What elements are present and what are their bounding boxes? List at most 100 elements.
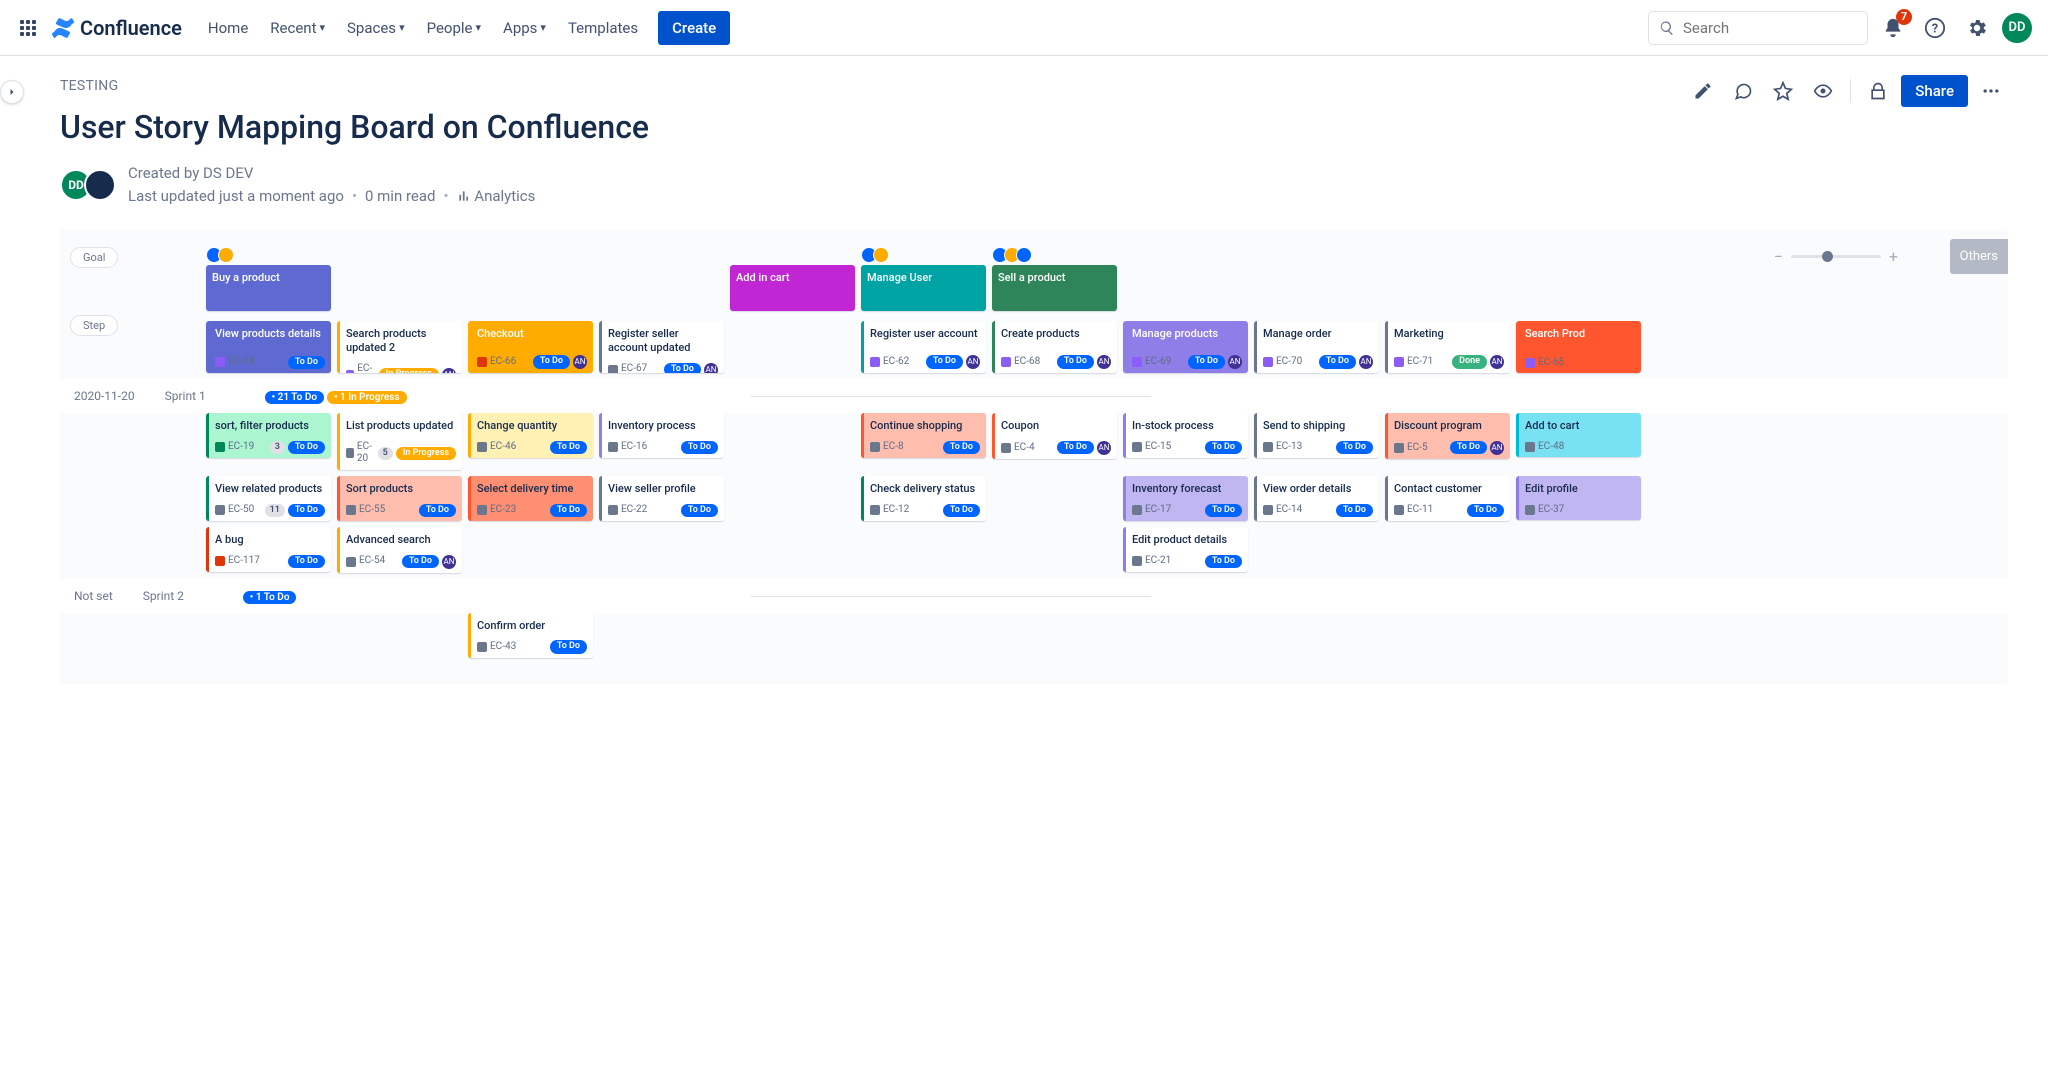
zoom-control[interactable]: − + bbox=[1774, 247, 1898, 266]
story-card[interactable]: Edit profileEC-37 bbox=[1516, 476, 1641, 520]
story-card[interactable]: Inventory processEC-16To Do bbox=[599, 413, 724, 458]
product-name: Confluence bbox=[80, 16, 182, 40]
zoom-slider[interactable] bbox=[1791, 255, 1881, 258]
zoom-out[interactable]: − bbox=[1774, 247, 1783, 266]
story-card[interactable]: Change quantityEC-46To Do bbox=[468, 413, 593, 458]
author-link[interactable]: DS DEV bbox=[203, 164, 253, 182]
step-card[interactable]: MarketingEC-71DoneAN bbox=[1385, 321, 1510, 373]
story-card[interactable]: Inventory forecastEC-17To Do bbox=[1123, 476, 1248, 521]
step-card[interactable]: Register user accountEC-62To DoAN bbox=[861, 321, 986, 373]
chevron-down-icon: ▾ bbox=[476, 21, 482, 34]
goal-card[interactable]: Buy a product bbox=[206, 265, 331, 311]
notifications-icon[interactable]: 7 bbox=[1876, 11, 1910, 45]
story-card[interactable]: Advanced searchEC-54To DoAN bbox=[337, 527, 462, 573]
nav-people[interactable]: People▾ bbox=[417, 11, 491, 45]
story-card[interactable]: Check delivery statusEC-12To Do bbox=[861, 476, 986, 521]
chart-icon bbox=[457, 189, 471, 203]
story-card[interactable]: Add to cartEC-48 bbox=[1516, 413, 1641, 457]
confluence-logo[interactable]: Confluence bbox=[44, 16, 190, 40]
status-pill: • 1 To Do bbox=[243, 591, 297, 604]
svg-text:?: ? bbox=[1932, 21, 1938, 36]
watch-icon[interactable] bbox=[1806, 74, 1840, 108]
persona-icons bbox=[861, 247, 986, 263]
story-card[interactable]: In-stock processEC-15To Do bbox=[1123, 413, 1248, 458]
sprint-name: Sprint 1 bbox=[165, 389, 235, 403]
goal-lane-label: Goal bbox=[70, 247, 118, 268]
story-card[interactable]: Send to shippingEC-13To Do bbox=[1254, 413, 1379, 458]
sprint-header[interactable]: Not set Sprint 2 • 1 To Do bbox=[60, 579, 2008, 613]
zoom-in[interactable]: + bbox=[1889, 247, 1898, 266]
star-icon[interactable] bbox=[1766, 74, 1800, 108]
edit-icon[interactable] bbox=[1686, 74, 1720, 108]
story-card[interactable]: Contact customerEC-11To Do bbox=[1385, 476, 1510, 521]
page-title: User Story Mapping Board on Confluence bbox=[60, 108, 2008, 146]
search-box[interactable] bbox=[1648, 11, 1868, 45]
sprint-date: 2020-11-20 bbox=[74, 389, 135, 403]
step-card[interactable]: Search ProdEC-65 bbox=[1516, 321, 1641, 373]
comment-icon[interactable] bbox=[1726, 74, 1760, 108]
story-map-board: − + Others Goal Buy a product Add in cart… bbox=[60, 229, 2008, 684]
read-time: 0 min read bbox=[365, 185, 435, 208]
search-icon bbox=[1659, 20, 1675, 36]
step-card[interactable]: Search products updated 2EC-63In Progres… bbox=[337, 321, 462, 373]
more-actions-icon[interactable] bbox=[1974, 74, 2008, 108]
story-card[interactable]: List products updatedEC-205In Progress bbox=[337, 413, 462, 470]
restrictions-icon[interactable] bbox=[1861, 74, 1895, 108]
story-card[interactable]: View order detailsEC-14To Do bbox=[1254, 476, 1379, 521]
nav-spaces[interactable]: Spaces▾ bbox=[337, 11, 415, 45]
byline: DD Created by DS DEV Last updated just a… bbox=[60, 162, 2008, 207]
sprint-header[interactable]: 2020-11-20 Sprint 1 • 21 To Do • 1 In Prog… bbox=[60, 379, 2008, 413]
page-actions: Share bbox=[60, 74, 2008, 108]
story-card[interactable]: A bugEC-117To Do bbox=[206, 527, 331, 572]
persona-icons bbox=[992, 247, 1117, 263]
nav-home[interactable]: Home bbox=[198, 11, 258, 45]
nav-templates[interactable]: Templates bbox=[558, 11, 648, 45]
search-input[interactable] bbox=[1681, 18, 1884, 38]
nav-recent[interactable]: Recent▾ bbox=[260, 11, 335, 45]
global-nav: Confluence HomeRecent▾Spaces▾People▾Apps… bbox=[0, 0, 2048, 56]
step-card[interactable]: Manage orderEC-70To DoAN bbox=[1254, 321, 1379, 373]
analytics-link[interactable]: Analytics bbox=[457, 185, 536, 208]
story-card[interactable]: View related productsEC-5011To Do bbox=[206, 476, 331, 521]
app-switcher-icon[interactable] bbox=[16, 16, 40, 40]
status-pill: • 1 In Progress bbox=[327, 391, 407, 404]
others-button[interactable]: Others bbox=[1950, 239, 2008, 274]
story-card[interactable]: Discount programEC-5To DoAN bbox=[1385, 413, 1510, 459]
story-card[interactable]: Continue shoppingEC-8To Do bbox=[861, 413, 986, 458]
story-card[interactable]: Select delivery timeEC-23To Do bbox=[468, 476, 593, 521]
story-card[interactable]: Confirm orderEC-43To Do bbox=[468, 613, 593, 658]
step-card[interactable]: View products detailsEC-64To Do bbox=[206, 321, 331, 373]
create-button[interactable]: Create bbox=[658, 11, 730, 45]
goal-card[interactable]: Sell a product bbox=[992, 265, 1117, 311]
goal-card[interactable]: Manage User bbox=[861, 265, 986, 311]
step-lane-label: Step bbox=[70, 315, 118, 336]
chevron-down-icon: ▾ bbox=[399, 21, 405, 34]
share-button[interactable]: Share bbox=[1901, 75, 1968, 107]
persona-icons bbox=[206, 247, 331, 263]
nav-apps[interactable]: Apps▾ bbox=[493, 11, 556, 45]
step-card[interactable]: Create productsEC-68To DoAN bbox=[992, 321, 1117, 373]
sprint-date: Not set bbox=[74, 589, 113, 603]
story-card[interactable]: sort, filter productsEC-193To Do bbox=[206, 413, 331, 458]
sprint-name: Sprint 2 bbox=[143, 589, 213, 603]
goal-card[interactable]: Add in cart bbox=[730, 265, 855, 311]
last-updated: Last updated just a moment ago bbox=[128, 185, 344, 208]
story-card[interactable]: Sort productsEC-55To Do bbox=[337, 476, 462, 521]
step-card[interactable]: Manage productsEC-69To DoAN bbox=[1123, 321, 1248, 373]
chevron-down-icon: ▾ bbox=[540, 21, 546, 34]
confluence-icon bbox=[52, 17, 74, 39]
status-pill: • 21 To Do bbox=[265, 391, 324, 404]
contributor-avatar[interactable] bbox=[84, 169, 116, 201]
settings-icon[interactable] bbox=[1960, 11, 1994, 45]
notification-badge: 7 bbox=[1896, 9, 1912, 25]
profile-avatar[interactable]: DD bbox=[2002, 13, 2032, 43]
primary-nav: HomeRecent▾Spaces▾People▾Apps▾Templates bbox=[198, 11, 648, 45]
step-card[interactable]: Register seller account updatedEC-67To D… bbox=[599, 321, 724, 373]
step-card[interactable]: CheckoutEC-66To DoAN bbox=[468, 321, 593, 373]
story-card[interactable]: CouponEC-4To DoAN bbox=[992, 413, 1117, 459]
help-icon[interactable]: ? bbox=[1918, 11, 1952, 45]
expand-sidebar-button[interactable] bbox=[0, 80, 24, 104]
chevron-down-icon: ▾ bbox=[319, 21, 325, 34]
story-card[interactable]: View seller profileEC-22To Do bbox=[599, 476, 724, 521]
story-card[interactable]: Edit product detailsEC-21To Do bbox=[1123, 527, 1248, 572]
